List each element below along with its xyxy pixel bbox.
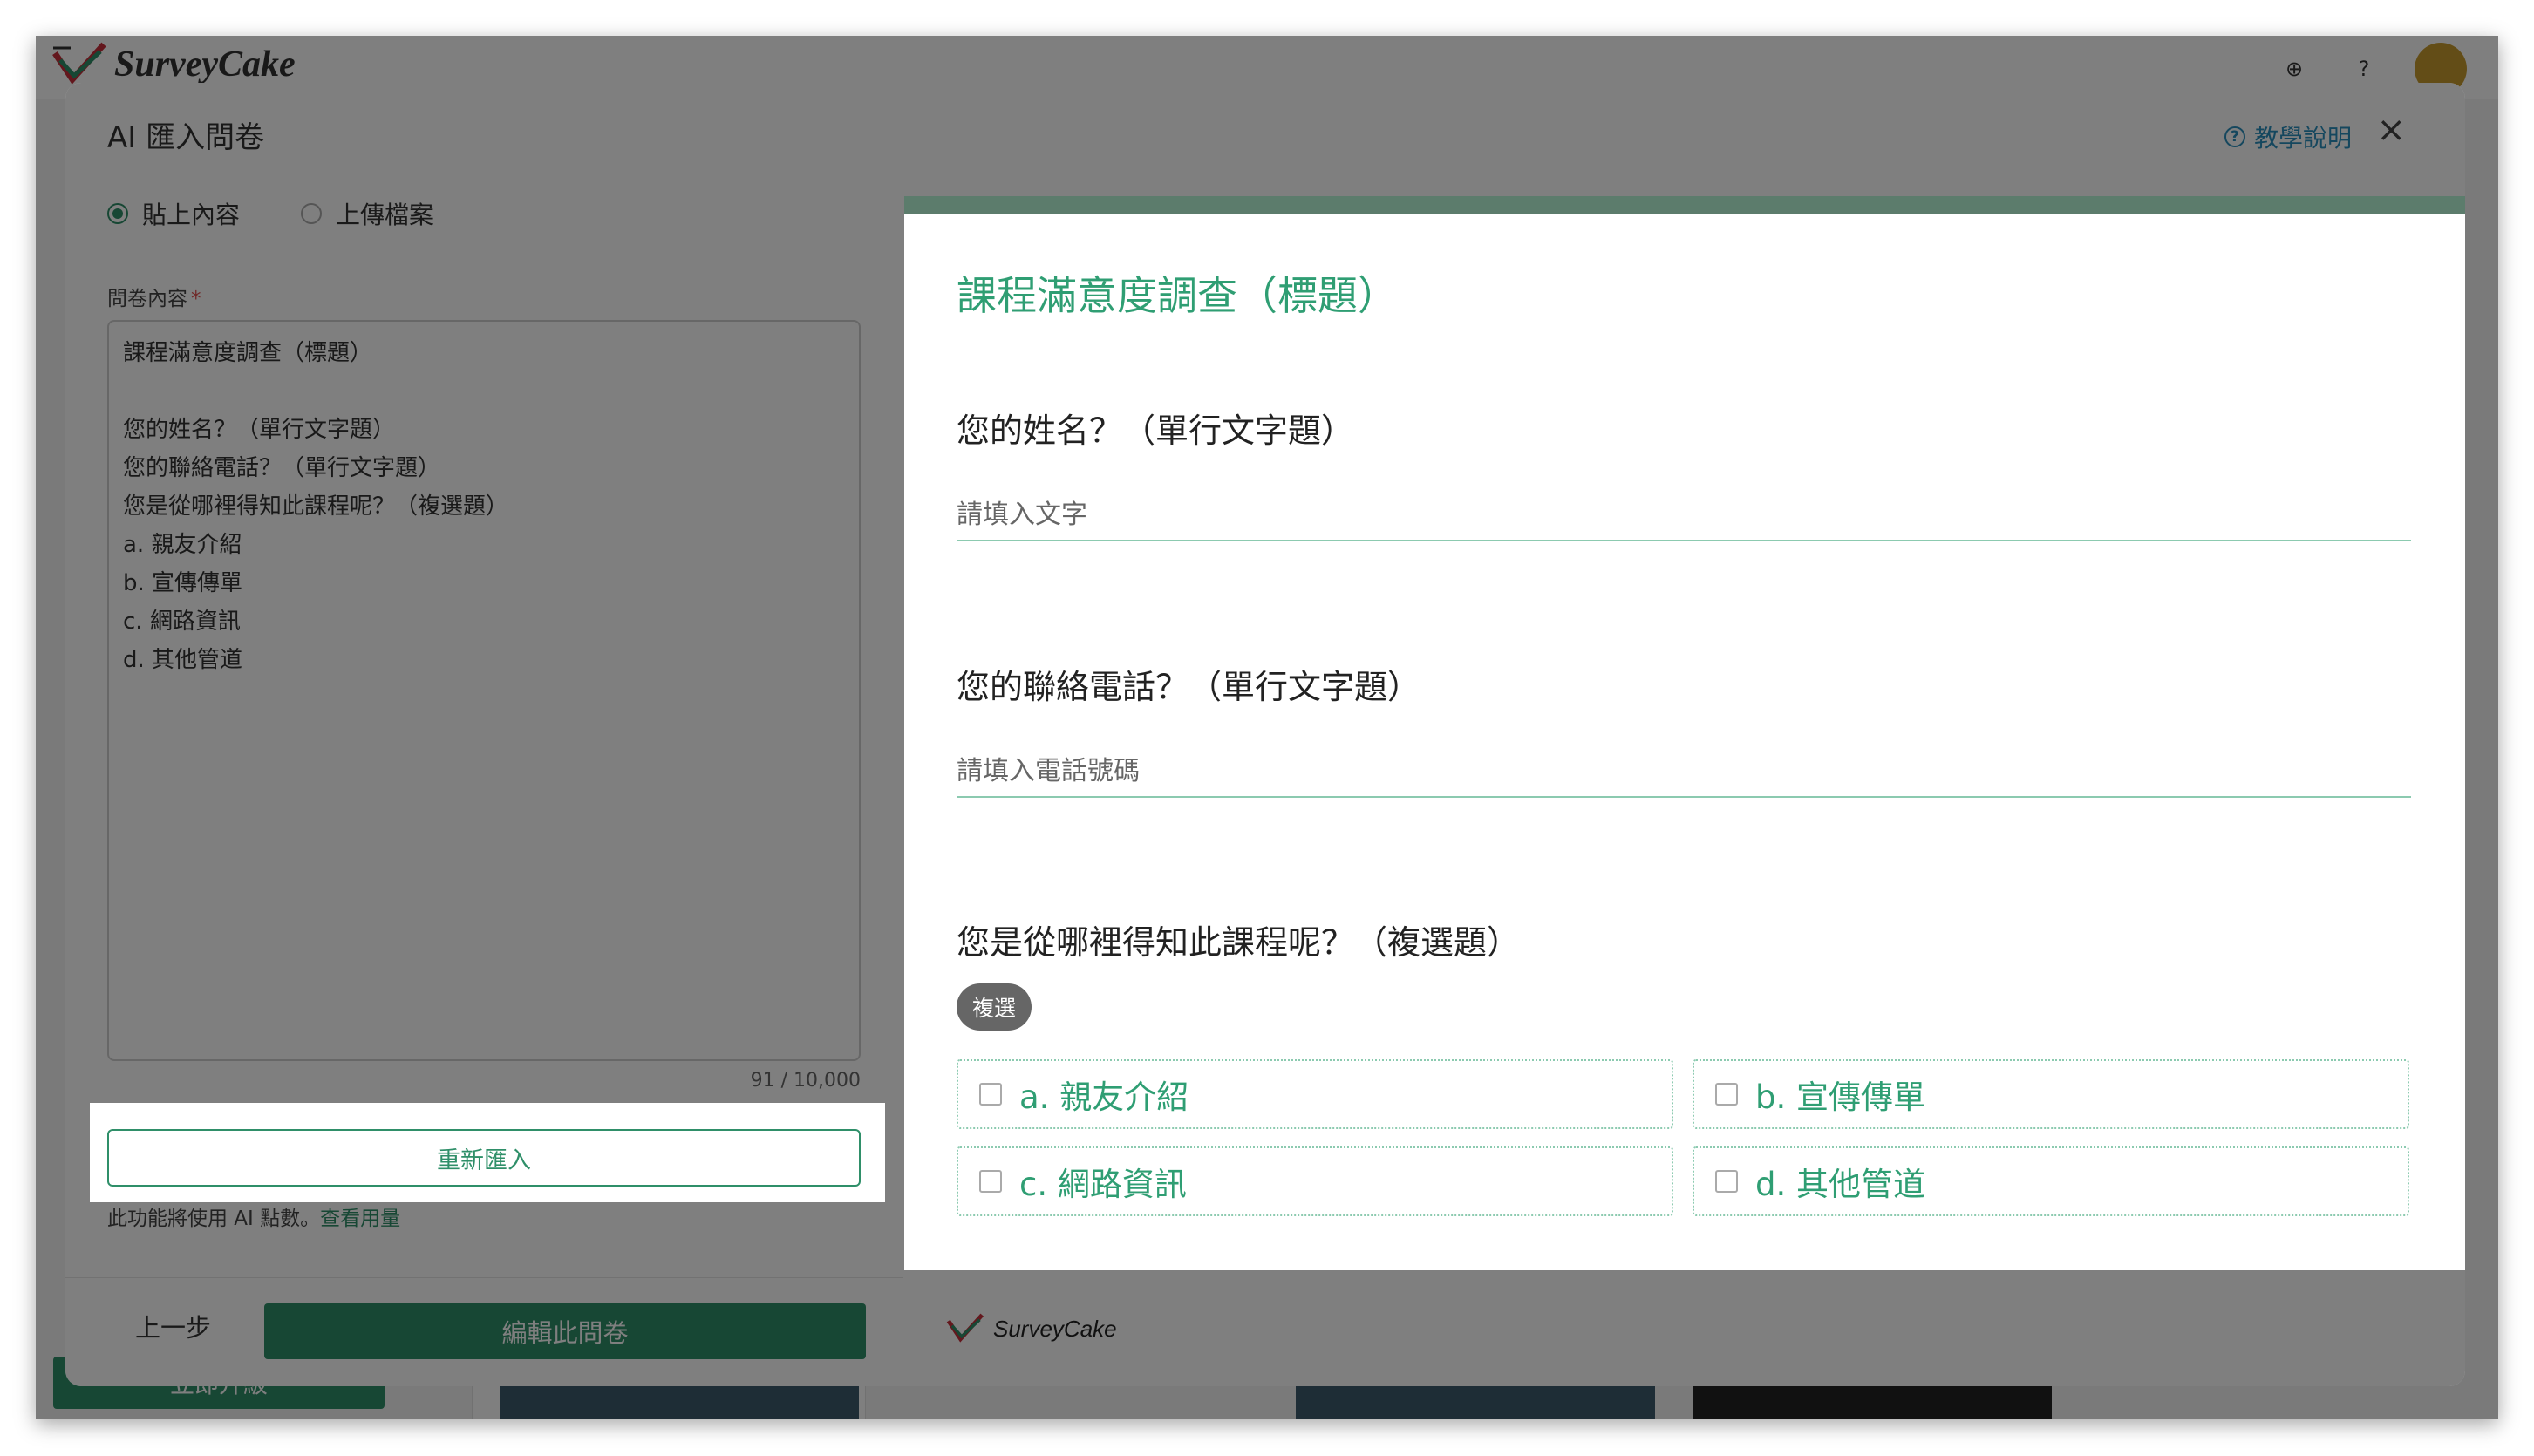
ai-usage-note: 此功能將使用 AI 點數。查看用量 — [107, 1201, 400, 1231]
back-button[interactable]: 上一步 — [135, 1308, 211, 1344]
content-line: 您是從哪裡得知此課程呢？（複選題） — [123, 493, 509, 520]
radio-paste-label: 貼上內容 — [142, 201, 241, 229]
radio-unchecked-icon — [301, 203, 323, 224]
reimport-button[interactable]: 重新匯入 — [107, 1129, 861, 1187]
content-line: d. 其他管道 — [123, 647, 243, 673]
option-c[interactable]: c. 網路資訊 — [957, 1146, 1673, 1216]
help-link-label: 教學說明 — [2253, 124, 2352, 153]
option-label: a. 親友介紹 — [1019, 1078, 1189, 1116]
content-line: 您的姓名？（單行文字題） — [123, 417, 396, 443]
radio-upload-label: 上傳檔案 — [336, 201, 434, 229]
question-name: 您的姓名？（單行文字題） — [957, 412, 1355, 450]
option-a[interactable]: a. 親友介紹 — [957, 1059, 1673, 1129]
required-mark: * — [191, 288, 201, 310]
preview-top-bar — [904, 196, 2465, 215]
survey-preview: 課程滿意度調查（標題） 您的姓名？（單行文字題） 請填入文字 您的聯絡電話？（單… — [904, 214, 2465, 1270]
checkbox-icon — [979, 1083, 1002, 1106]
content-field-label-text: 問卷內容 — [107, 288, 187, 310]
source-panel: 貼上內容 上傳檔案 — [107, 196, 866, 231]
preview-title: 課程滿意度調查（標題） — [957, 272, 1398, 319]
char-count: 91 / 10,000 — [750, 1070, 861, 1092]
content-line: b. 宣傳傳單 — [123, 570, 243, 596]
preview-logo-text: SurveyCake — [993, 1315, 1117, 1342]
content-line: 課程滿意度調查（標題） — [123, 340, 373, 366]
option-label: d. 其他管道 — [1755, 1166, 1926, 1203]
content-line: c. 網路資訊 — [123, 609, 241, 635]
view-usage-link[interactable]: 查看用量 — [320, 1208, 400, 1230]
footer-divider — [65, 1277, 903, 1278]
checkbox-icon — [1715, 1083, 1738, 1106]
source-type-radio-group: 貼上內容 上傳檔案 — [107, 196, 866, 231]
modal-title: AI 匯入問卷 — [107, 120, 265, 155]
question-phone: 您的聯絡電話？（單行文字題） — [957, 668, 1421, 706]
multi-select-badge: 複選 — [957, 983, 1032, 1031]
help-link[interactable]: ? 教學說明 — [2224, 119, 2352, 154]
content-field-label: 問卷內容 * — [107, 282, 201, 311]
option-label: b. 宣傳傳單 — [1755, 1078, 1926, 1116]
radio-upload[interactable]: 上傳檔案 — [301, 196, 433, 231]
name-input-placeholder: 請填入文字 — [957, 500, 1087, 530]
content-line: 您的聯絡電話？（單行文字題） — [123, 455, 441, 481]
logo-check-icon — [946, 1313, 984, 1343]
ai-note-text: 此功能將使用 AI 點數。 — [107, 1208, 321, 1230]
radio-checked-icon — [107, 203, 128, 224]
edit-survey-button[interactable]: 編輯此問卷 — [264, 1303, 866, 1359]
question-circle-icon: ? — [2224, 126, 2245, 147]
preview-footer-logo: SurveyCake — [946, 1312, 1117, 1345]
checkbox-icon — [1715, 1170, 1738, 1193]
phone-input-placeholder: 請填入電話號碼 — [957, 756, 1140, 786]
content-line: a. 親友介紹 — [123, 532, 242, 558]
close-button[interactable]: × — [2376, 112, 2406, 147]
radio-paste[interactable]: 貼上內容 — [107, 196, 240, 231]
question-source: 您是從哪裡得知此課程呢？（複選題） — [957, 923, 1521, 962]
phone-input[interactable]: 請填入電話號碼 — [957, 749, 2411, 798]
name-input[interactable]: 請填入文字 — [957, 493, 2411, 541]
checkbox-icon — [979, 1170, 1002, 1193]
content-textarea[interactable]: 課程滿意度調查（標題） 您的姓名？（單行文字題） 您的聯絡電話？（單行文字題） … — [107, 320, 861, 1061]
option-b[interactable]: b. 宣傳傳單 — [1693, 1059, 2409, 1129]
option-label: c. 網路資訊 — [1019, 1166, 1187, 1203]
content-line — [123, 372, 845, 411]
option-d[interactable]: d. 其他管道 — [1693, 1146, 2409, 1216]
